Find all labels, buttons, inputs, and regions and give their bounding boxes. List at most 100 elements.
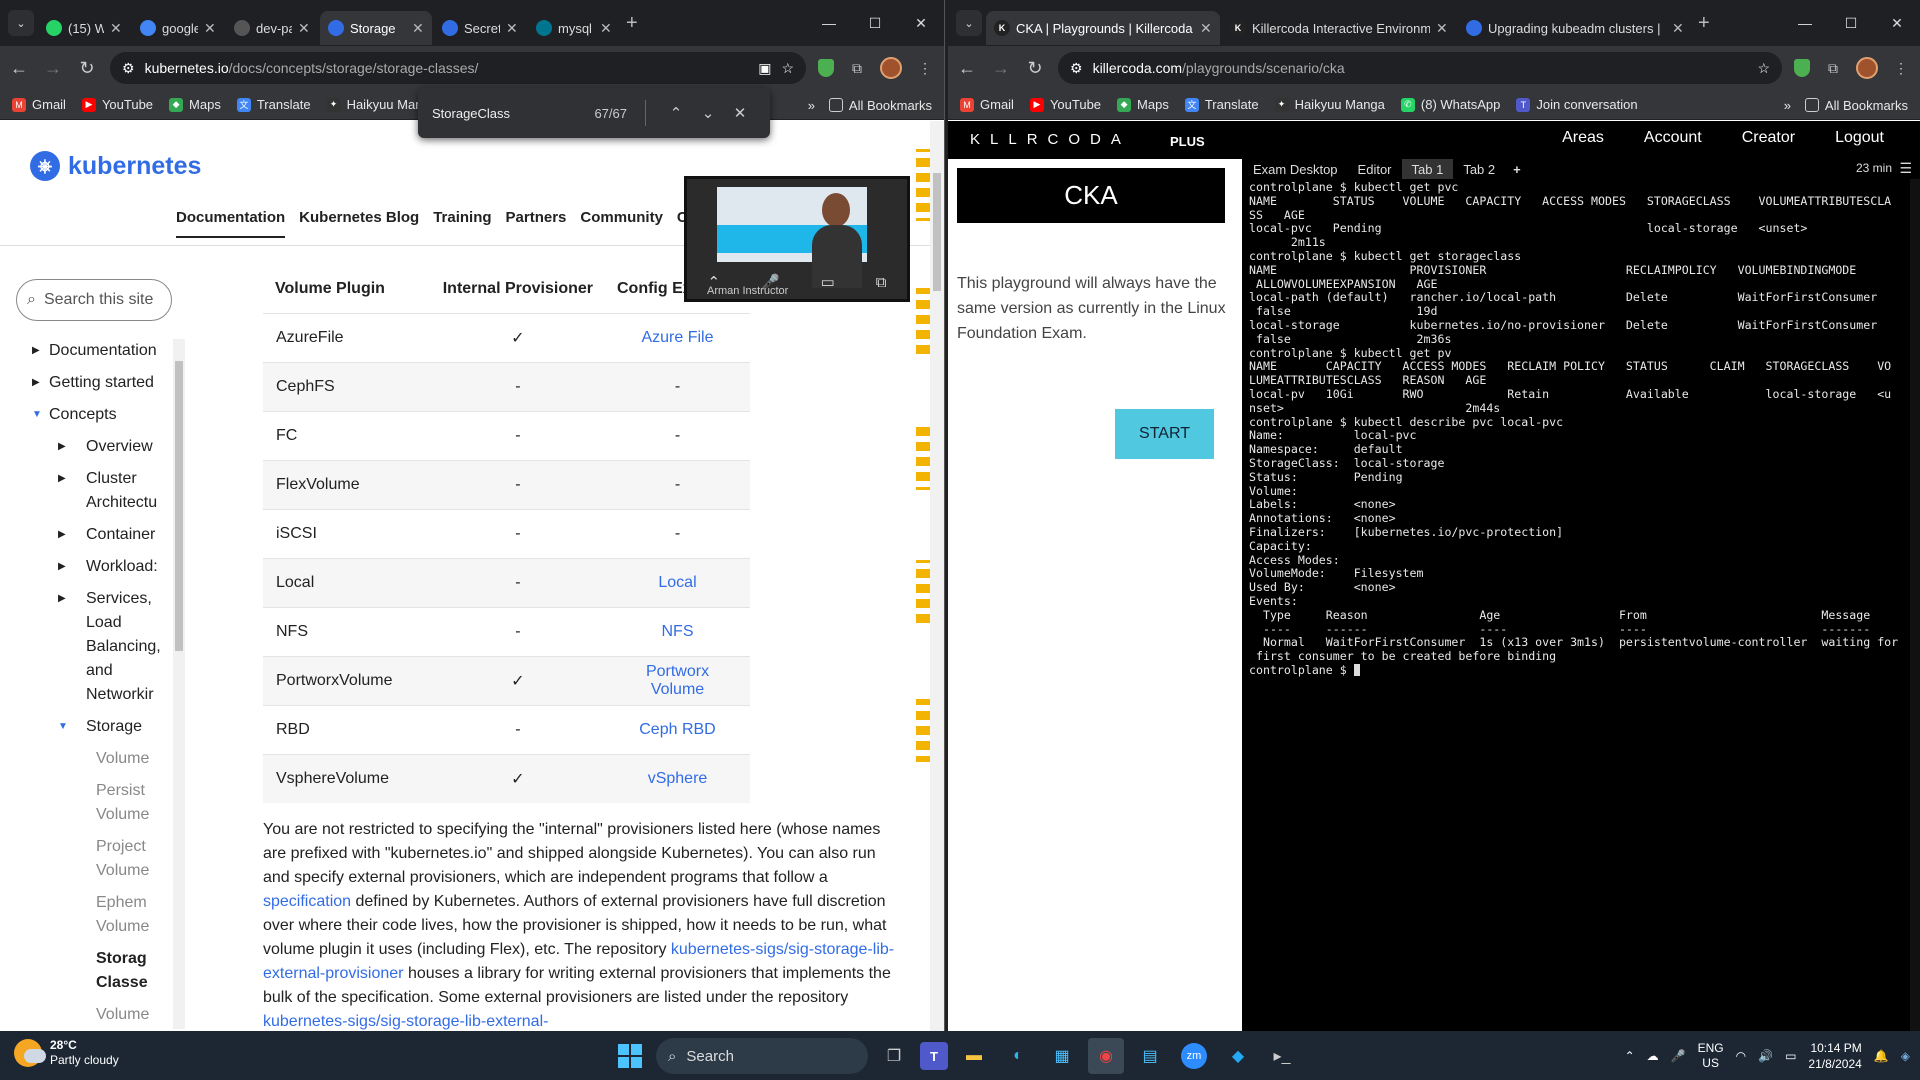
volume-icon[interactable]: 🔊 xyxy=(1758,1049,1773,1063)
kubernetes-logo[interactable]: ⎈ kubernetes xyxy=(30,151,201,181)
battery-icon[interactable]: ▭ xyxy=(1785,1049,1796,1063)
taskbar-search[interactable]: ⌕ Search xyxy=(656,1038,868,1074)
sidebar-item[interactable]: Volume xyxy=(28,1003,178,1027)
close-tab-icon[interactable]: ✕ xyxy=(204,20,216,37)
killercoda-nav-link[interactable]: Creator xyxy=(1742,129,1795,147)
caret-right-icon[interactable]: ▶ xyxy=(58,587,66,611)
minimize-button[interactable]: — xyxy=(806,15,852,31)
bookmark-item[interactable]: ▶ YouTube xyxy=(1029,97,1101,112)
page-scrollbar[interactable] xyxy=(930,121,944,1031)
wifi-icon[interactable]: ◠ xyxy=(1736,1049,1746,1063)
nav-link[interactable]: Community xyxy=(580,209,663,238)
camera-icon[interactable]: ▭ xyxy=(821,273,835,291)
close-tab-icon[interactable]: ✕ xyxy=(298,20,310,37)
reload-button[interactable]: ↻ xyxy=(76,58,98,79)
caret-right-icon[interactable]: ▶ xyxy=(58,435,66,459)
browser-tab[interactable]: Upgrading kubeadm clusters | ✕ xyxy=(1458,11,1692,45)
extensions-puzzle-icon[interactable]: ⧉ xyxy=(1822,57,1844,79)
browser-tab[interactable]: google ✕ xyxy=(132,11,224,45)
extension-shield-icon[interactable] xyxy=(1794,59,1810,77)
bookmark-item[interactable]: ◆ Maps xyxy=(1117,97,1169,112)
sidebar-item[interactable]: Storag Classe xyxy=(28,947,178,995)
caret-right-icon[interactable]: ▶ xyxy=(58,467,66,491)
find-query-input[interactable]: StorageClass xyxy=(432,106,594,121)
notifications-icon[interactable]: 🔔 xyxy=(1874,1049,1889,1063)
close-tab-icon[interactable]: ✕ xyxy=(1672,20,1684,37)
video-call-overlay[interactable]: ⌃ 🎤 ▭ ⧉ Arman Instructor xyxy=(684,176,910,302)
sidebar-scroll-thumb[interactable] xyxy=(175,361,183,651)
bookmark-star-icon[interactable]: ☆ xyxy=(781,60,794,77)
browser-tab[interactable]: Secrets ✕ xyxy=(434,11,526,45)
table-cell-link[interactable]: NFS xyxy=(605,606,750,656)
copilot-icon[interactable]: ◈ xyxy=(1901,1049,1910,1063)
table-cell-link[interactable]: Azure File xyxy=(605,312,750,362)
sidebar-item[interactable]: ▶ Getting started xyxy=(28,371,178,395)
tab-search-button[interactable]: ⌄ xyxy=(956,10,982,36)
menu-kebab-icon[interactable]: ⋮ xyxy=(1890,57,1912,79)
zoom-icon[interactable]: zm xyxy=(1176,1038,1212,1074)
popout-icon[interactable]: ⧉ xyxy=(876,274,887,291)
address-bar[interactable]: ⚙ killercoda.com/playgrounds/scenario/ck… xyxy=(1058,52,1782,84)
terminal-tab[interactable]: Tab 1 xyxy=(1401,159,1454,179)
sidebar-item[interactable]: Persist Volume xyxy=(28,779,178,827)
reload-button[interactable]: ↻ xyxy=(1024,58,1046,79)
sidebar-item[interactable]: ▶ Workload: xyxy=(28,555,178,579)
bookmark-item[interactable]: ✆ (8) WhatsApp xyxy=(1400,97,1500,112)
terminal-output[interactable]: controlplane $ kubectl get pvc NAME STAT… xyxy=(1249,180,1912,678)
sidebar-item[interactable]: ▶ Cluster Architectu xyxy=(28,467,178,515)
sidebar-item[interactable]: ▼ Concepts xyxy=(28,403,178,427)
close-tab-icon[interactable]: ✕ xyxy=(1200,20,1212,37)
caret-down-icon[interactable]: ▼ xyxy=(58,715,68,739)
sidebar-item[interactable]: ▶ Container xyxy=(28,523,178,547)
specification-link[interactable]: specification xyxy=(263,893,351,910)
sidebar-item[interactable]: ▶ Documentation xyxy=(28,339,178,363)
find-next-button[interactable]: ⌄ xyxy=(692,104,724,122)
terminal-panel[interactable]: Exam Desktop Editor Tab 1 Tab 2 + 23 min ☰ c… xyxy=(1243,159,1920,1031)
close-window-button[interactable]: ✕ xyxy=(898,15,944,32)
bookmark-item[interactable]: 文 Translate xyxy=(236,97,311,112)
bookmark-item[interactable]: T Join conversation xyxy=(1516,97,1638,112)
address-bar[interactable]: ⚙ kubernetes.io/docs/concepts/storage/st… xyxy=(110,52,806,84)
teams-icon[interactable]: T xyxy=(920,1042,948,1070)
nav-link[interactable]: Documentation xyxy=(176,209,286,238)
maximize-button[interactable]: ☐ xyxy=(1828,15,1874,32)
killercoda-nav-link[interactable]: Areas xyxy=(1562,129,1604,147)
minimize-button[interactable]: — xyxy=(1782,15,1828,31)
more-bookmarks-icon[interactable]: » xyxy=(808,98,815,113)
bookmark-star-icon[interactable]: ☆ xyxy=(1757,60,1770,77)
sidebar-item[interactable]: Ephem Volume xyxy=(28,891,178,939)
start-button[interactable]: START xyxy=(1115,409,1214,459)
browser-tab[interactable]: K Killercoda Interactive Environm ✕ xyxy=(1222,11,1456,45)
bookmark-item[interactable]: ▶ YouTube xyxy=(81,97,153,112)
bookmark-item[interactable]: M Gmail xyxy=(12,97,66,112)
close-tab-icon[interactable]: ✕ xyxy=(412,20,424,37)
new-tab-button[interactable]: + xyxy=(626,12,638,35)
forward-button[interactable]: → xyxy=(42,58,64,79)
chrome-icon[interactable]: ◉ xyxy=(1088,1038,1124,1074)
browser-tab[interactable]: (15) Wh ✕ xyxy=(38,11,130,45)
maximize-button[interactable]: ☐ xyxy=(852,15,898,32)
back-button[interactable]: ← xyxy=(8,58,30,79)
sidebar-scrollbar[interactable] xyxy=(173,339,185,1029)
extension-shield-icon[interactable] xyxy=(818,59,834,77)
menu-kebab-icon[interactable]: ⋮ xyxy=(914,57,936,79)
close-tab-icon[interactable]: ✕ xyxy=(110,20,122,37)
terminal-scrollbar[interactable] xyxy=(1910,179,1920,1031)
extensions-puzzle-icon[interactable]: ⧉ xyxy=(846,57,868,79)
close-tab-icon[interactable]: ✕ xyxy=(1436,20,1448,37)
sidebar-item[interactable]: ▶ Overview xyxy=(28,435,178,459)
external-repo-link[interactable]: kubernetes-sigs/sig-storage-lib-external… xyxy=(263,1013,548,1030)
table-cell-link[interactable]: Portworx Volume xyxy=(605,655,750,705)
microsoft-store-icon[interactable]: ▦ xyxy=(1044,1038,1080,1074)
terminal-tab[interactable]: Exam Desktop xyxy=(1243,159,1348,179)
bookmark-item[interactable]: 文 Translate xyxy=(1184,97,1259,112)
onedrive-icon[interactable]: ☁ xyxy=(1647,1049,1659,1063)
nav-link[interactable]: Kubernetes Blog xyxy=(299,209,419,238)
killercoda-nav-link[interactable]: Account xyxy=(1644,129,1702,147)
new-tab-button[interactable]: + xyxy=(1698,12,1710,35)
vscode-icon[interactable]: ◆ xyxy=(1220,1038,1256,1074)
browser-tab[interactable]: K CKA | Playgrounds | Killercoda ✕ xyxy=(986,11,1220,45)
tab-search-button[interactable]: ⌄ xyxy=(8,10,34,36)
terminal-icon[interactable]: ▸_ xyxy=(1264,1038,1300,1074)
find-previous-button[interactable]: ⌃ xyxy=(660,104,692,122)
